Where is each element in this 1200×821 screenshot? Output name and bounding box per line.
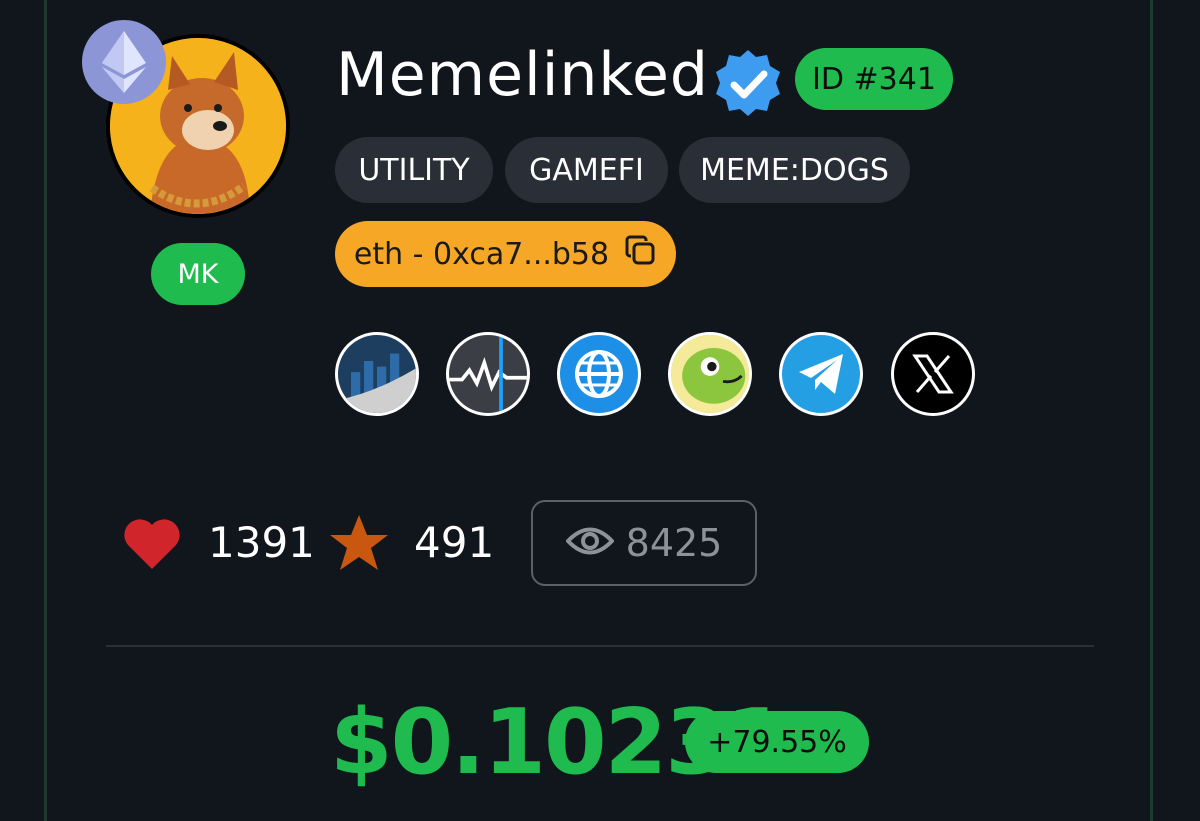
contract-address-label: eth - 0xca7...b58 [353, 236, 610, 272]
id-badge: ID #341 [795, 48, 953, 110]
x-twitter-icon[interactable] [891, 332, 975, 416]
views-count: 8425 [625, 521, 723, 565]
telegram-icon[interactable] [779, 332, 863, 416]
contract-address-button[interactable]: eth - 0xca7...b58 [335, 221, 676, 287]
chart-icon[interactable] [335, 332, 419, 416]
website-globe-icon[interactable] [557, 332, 641, 416]
right-border [1150, 0, 1153, 821]
price-change-badge: +79.55% [685, 711, 869, 773]
tag-gamefi[interactable]: GAMEFI [505, 137, 668, 203]
coingecko-icon[interactable] [668, 332, 752, 416]
ethereum-icon [82, 20, 166, 104]
copy-icon[interactable] [623, 233, 657, 275]
star-icon[interactable] [328, 513, 390, 577]
token-avatar-container [82, 20, 290, 218]
views-counter: 8425 [531, 500, 757, 586]
tag-meme-dogs[interactable]: MEME:DOGS [679, 137, 910, 203]
symbol-badge: MK [151, 243, 245, 305]
verified-icon [712, 48, 784, 120]
eye-icon [564, 521, 615, 565]
likes-count: 1391 [208, 518, 315, 567]
price-activity-icon[interactable] [446, 332, 530, 416]
token-name: Memelinked [336, 40, 710, 110]
divider [106, 645, 1094, 647]
stars-count: 491 [414, 518, 495, 567]
left-border [44, 0, 47, 821]
tag-utility[interactable]: UTILITY [335, 137, 493, 203]
heart-icon[interactable] [122, 515, 182, 575]
